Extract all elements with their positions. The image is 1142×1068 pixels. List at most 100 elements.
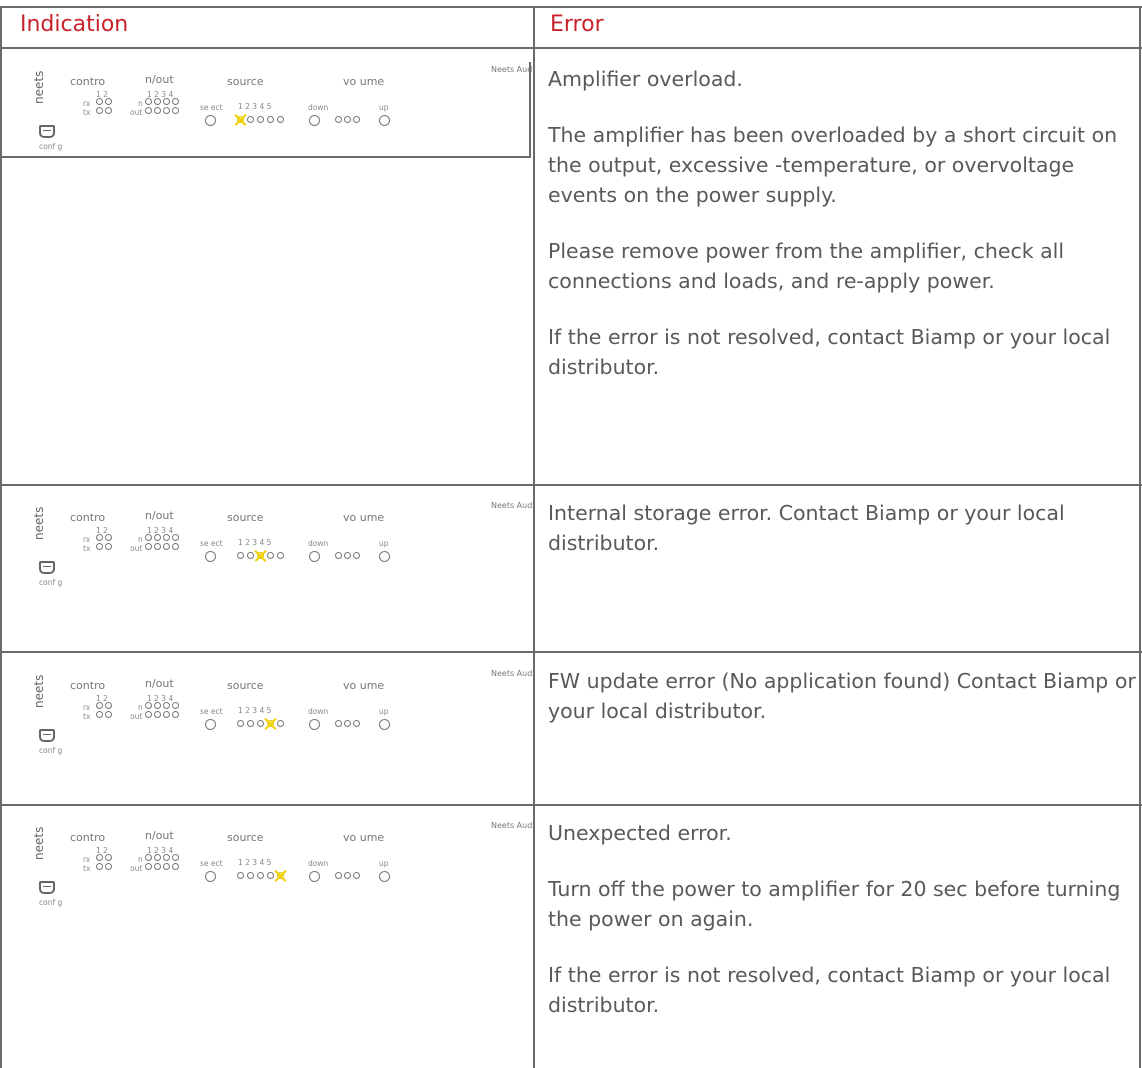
out-label: out bbox=[130, 108, 143, 117]
rx-led bbox=[105, 702, 112, 709]
select-label: se ect bbox=[200, 707, 223, 716]
volume-up-button bbox=[379, 551, 390, 562]
output-led bbox=[172, 863, 179, 870]
output-led bbox=[163, 107, 170, 114]
error-indication-table: Indication Error Neets Aud neets contro n/o… bbox=[0, 0, 1142, 1068]
volume-up-button bbox=[379, 871, 390, 882]
error-paragraph: If the error is not resolved, contact Bi… bbox=[548, 963, 1111, 1017]
output-led bbox=[145, 711, 152, 718]
volume-label: vo ume bbox=[343, 679, 385, 692]
error-paragraph: FW update error (No application found) C… bbox=[548, 669, 1136, 723]
up-label: up bbox=[379, 859, 389, 868]
select-button bbox=[205, 551, 216, 562]
source-led bbox=[237, 552, 244, 559]
source-numbers: 1 2 3 4 5 bbox=[238, 102, 272, 111]
tx-label: tx bbox=[83, 712, 91, 721]
rx-led bbox=[105, 98, 112, 105]
error-paragraph: If the error is not resolved, contact Bi… bbox=[548, 325, 1111, 379]
neets-logo: neets bbox=[32, 70, 46, 104]
source-led bbox=[237, 720, 244, 727]
inout-numbers: 1 2 3 4 bbox=[147, 846, 174, 855]
output-led bbox=[163, 711, 170, 718]
source-led bbox=[277, 720, 284, 727]
tx-label: tx bbox=[83, 108, 91, 117]
inout-label: n/out bbox=[145, 677, 174, 690]
indication-panel: Neets Aud neets contro n/out source vo ume 1 2… bbox=[2, 498, 533, 594]
neets-logo: neets bbox=[32, 826, 46, 860]
output-led bbox=[172, 543, 179, 550]
tx-led bbox=[96, 107, 103, 114]
error-description: Amplifier overload. The amplifier has be… bbox=[548, 64, 1136, 382]
error-description: Internal storage error. Contact Biamp or… bbox=[548, 498, 1136, 558]
volume-led bbox=[344, 116, 351, 123]
source-label: source bbox=[227, 831, 264, 844]
config-label: conf g bbox=[39, 578, 63, 587]
input-led bbox=[154, 854, 161, 861]
output-led bbox=[154, 863, 161, 870]
neets-logo: neets bbox=[32, 506, 46, 540]
input-led bbox=[163, 98, 170, 105]
input-led bbox=[163, 702, 170, 709]
row-rule-2 bbox=[0, 651, 1142, 653]
control-label: contro bbox=[70, 679, 106, 692]
volume-led bbox=[335, 872, 342, 879]
error-paragraph: Unexpected error. bbox=[548, 821, 732, 845]
indication-panel: Neets Aud neets contro n/out source vo ume 1 2… bbox=[2, 62, 533, 158]
source-label: source bbox=[227, 679, 264, 692]
error-paragraph: The amplifier has been overloaded by a s… bbox=[548, 123, 1118, 207]
inout-label: n/out bbox=[145, 73, 174, 86]
output-led bbox=[145, 107, 152, 114]
volume-led bbox=[344, 552, 351, 559]
panel-brand-label: Neets Aud bbox=[491, 501, 533, 510]
volume-down-button bbox=[309, 115, 320, 126]
panel-brand-label: Neets Aud bbox=[491, 821, 533, 830]
in-label: n bbox=[138, 703, 143, 712]
source-led bbox=[267, 116, 274, 123]
tx-led bbox=[96, 863, 103, 870]
source-numbers: 1 2 3 4 5 bbox=[238, 706, 272, 715]
rx-led bbox=[105, 854, 112, 861]
input-led bbox=[154, 98, 161, 105]
up-label: up bbox=[379, 539, 389, 548]
inout-numbers: 1 2 3 4 bbox=[147, 90, 174, 99]
input-led bbox=[172, 702, 179, 709]
volume-led bbox=[335, 552, 342, 559]
source-label: source bbox=[227, 75, 264, 88]
rx-label: rx bbox=[83, 99, 91, 108]
inout-label: n/out bbox=[145, 829, 174, 842]
tx-label: tx bbox=[83, 544, 91, 553]
source-led bbox=[257, 720, 264, 727]
source-led bbox=[247, 116, 254, 123]
control-label: contro bbox=[70, 831, 106, 844]
usb-port-icon bbox=[39, 881, 55, 894]
select-button bbox=[205, 719, 216, 730]
volume-down-button bbox=[309, 719, 320, 730]
output-led bbox=[163, 543, 170, 550]
indication-panel: Neets Aud neets contro n/out source vo ume 1 2… bbox=[2, 818, 533, 914]
volume-led bbox=[353, 872, 360, 879]
source-numbers: 1 2 3 4 5 bbox=[238, 858, 272, 867]
input-led bbox=[172, 534, 179, 541]
output-led bbox=[154, 711, 161, 718]
control-label: contro bbox=[70, 511, 106, 524]
output-led bbox=[145, 543, 152, 550]
error-paragraph: Please remove power from the amplifier, … bbox=[548, 239, 1065, 293]
tx-led bbox=[105, 863, 112, 870]
rx-led bbox=[96, 98, 103, 105]
source-label: source bbox=[227, 511, 264, 524]
down-label: down bbox=[308, 859, 329, 868]
rx-label: rx bbox=[83, 703, 91, 712]
output-led bbox=[163, 863, 170, 870]
output-led bbox=[154, 543, 161, 550]
table-border-right bbox=[1139, 8, 1141, 1068]
out-label: out bbox=[130, 864, 143, 873]
table-divider bbox=[533, 8, 535, 1068]
input-led bbox=[145, 854, 152, 861]
volume-label: vo ume bbox=[343, 511, 385, 524]
up-label: up bbox=[379, 103, 389, 112]
source-led bbox=[277, 552, 284, 559]
input-led bbox=[163, 534, 170, 541]
select-label: se ect bbox=[200, 103, 223, 112]
input-led bbox=[172, 854, 179, 861]
error-description: Unexpected error. Turn off the power to … bbox=[548, 818, 1136, 1020]
